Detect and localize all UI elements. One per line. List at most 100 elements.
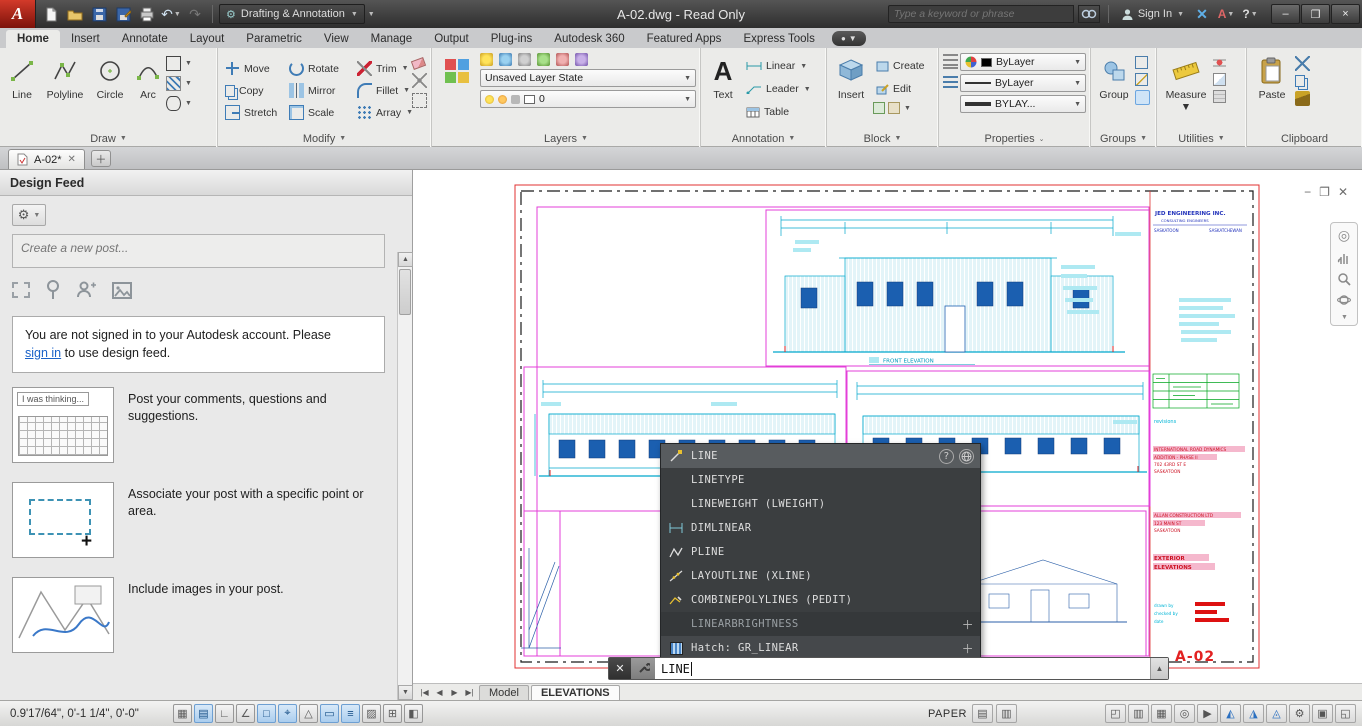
command-search-internet-icon[interactable]: [959, 449, 974, 464]
suggestion-pline[interactable]: PLINE: [661, 540, 980, 564]
open-button[interactable]: [64, 3, 86, 25]
navigation-bar[interactable]: ◎ ▼: [1330, 222, 1358, 326]
quick-view-button[interactable]: ▥: [996, 704, 1017, 723]
panel-label-groups[interactable]: Groups▼: [1091, 130, 1156, 147]
ribbon-tab-layout[interactable]: Layout: [179, 30, 236, 48]
ribbon-tab-express-tools[interactable]: Express Tools: [732, 30, 825, 48]
undo-button[interactable]: ↶▼: [160, 3, 182, 25]
ribbon-tab-parametric[interactable]: Parametric: [235, 30, 313, 48]
table-button[interactable]: Table: [743, 102, 814, 122]
suggestion-linetype[interactable]: LINETYPE: [661, 468, 980, 492]
rotate-button[interactable]: Rotate: [286, 59, 352, 79]
showmotion-button[interactable]: ▶: [1197, 704, 1218, 723]
redo-button[interactable]: ↷: [184, 3, 206, 25]
circle-button[interactable]: Circle: [90, 51, 130, 130]
create-block-button[interactable]: Create: [873, 56, 928, 76]
panel-label-utilities[interactable]: Utilities▼: [1157, 130, 1246, 147]
edit-block-button[interactable]: Edit: [873, 79, 928, 99]
scroll-up-button[interactable]: ▲: [398, 252, 413, 267]
polyline-button[interactable]: Polyline: [42, 51, 88, 130]
set-base-point-button[interactable]: [888, 102, 900, 114]
model-tab[interactable]: Model: [479, 685, 529, 700]
suggestion-combinepolylines[interactable]: COMBINEPOLYLINES (PEDIT): [661, 588, 980, 612]
drawing-minimize-button[interactable]: −: [1304, 186, 1311, 198]
properties-list-button[interactable]: [943, 73, 958, 88]
annotation-scale-button[interactable]: ◭: [1220, 704, 1241, 723]
ribbon-tab-view[interactable]: View: [313, 30, 360, 48]
ribbon-tab-autodesk360[interactable]: Autodesk 360: [543, 30, 635, 48]
quick-view-drawings-button[interactable]: ▦: [1151, 704, 1172, 723]
cut-button[interactable]: [1295, 56, 1310, 71]
panel-label-layers[interactable]: Layers▼: [432, 130, 700, 147]
erase-button[interactable]: [411, 57, 426, 70]
search-button[interactable]: [1078, 5, 1100, 23]
suggestion-linearbrightness[interactable]: LINEARBRIGHTNESS ＋: [661, 612, 980, 636]
viewport-maximize-button[interactable]: ◰: [1105, 704, 1126, 723]
last-layout-button[interactable]: ▶|: [462, 688, 477, 697]
suggestion-lineweight[interactable]: LINEWEIGHT (LWEIGHT): [661, 492, 980, 516]
layer-combo[interactable]: 0 ▼: [480, 90, 696, 108]
move-button[interactable]: Move: [222, 59, 284, 79]
sign-in-button[interactable]: Sign In ▼: [1117, 8, 1188, 21]
stretch-button[interactable]: Stretch: [222, 103, 284, 123]
ellipse-tool-button[interactable]: [166, 96, 181, 111]
lineweight-display-toggle[interactable]: ≡: [341, 704, 360, 723]
copy-clip-button[interactable]: [1295, 75, 1305, 87]
arc-button[interactable]: Arc: [132, 51, 164, 130]
sign-in-link[interactable]: sign in: [25, 346, 61, 360]
block-dropdown-arrow[interactable]: ▼: [904, 105, 911, 112]
measure-button[interactable]: Measure ▼: [1161, 51, 1211, 130]
group-button[interactable]: Group: [1095, 51, 1133, 130]
ribbon-tab-output[interactable]: Output: [423, 30, 480, 48]
trim-button[interactable]: Trim▼: [354, 59, 410, 79]
panel-label-block[interactable]: Block▼: [827, 130, 938, 147]
steering-wheel-button[interactable]: ◎: [1174, 704, 1195, 723]
help-button[interactable]: ?▼: [1240, 4, 1260, 24]
hatch-tool-button[interactable]: [166, 76, 181, 91]
leader-button[interactable]: Leader▼: [743, 79, 814, 99]
search-box[interactable]: [888, 5, 1074, 23]
undo-dropdown-arrow[interactable]: ▼: [174, 11, 181, 18]
ribbon-display-toggle[interactable]: ●▼: [832, 31, 866, 46]
object-snap-tracking-toggle[interactable]: ⌖: [278, 704, 297, 723]
suggestion-line[interactable]: LINE ?: [661, 444, 980, 468]
search-input[interactable]: [894, 8, 1068, 20]
polar-tracking-toggle[interactable]: ∠: [236, 704, 255, 723]
layer-match-button[interactable]: [575, 53, 588, 66]
expand-category-icon[interactable]: ＋: [962, 616, 974, 633]
group-selection-toggle[interactable]: [1135, 90, 1150, 105]
group-edit-button[interactable]: [1135, 73, 1148, 86]
command-help-icon[interactable]: ?: [939, 449, 954, 464]
ribbon-tab-featured-apps[interactable]: Featured Apps: [636, 30, 733, 48]
drawing-restore-button[interactable]: ❐: [1319, 186, 1330, 198]
ortho-mode-toggle[interactable]: ∟: [215, 704, 234, 723]
panel-label-clipboard[interactable]: Clipboard: [1247, 130, 1362, 147]
layer-on-button[interactable]: [480, 53, 493, 66]
pin-icon[interactable]: [46, 280, 60, 300]
minimize-button[interactable]: –: [1271, 4, 1300, 24]
panel-dialog-launcher[interactable]: ⌄: [1039, 135, 1045, 143]
rectangle-tool-button[interactable]: [166, 56, 181, 71]
tag-person-icon[interactable]: [76, 281, 96, 299]
object-snap-toggle[interactable]: □: [257, 704, 276, 723]
toolbar-lock-button[interactable]: ▣: [1312, 704, 1333, 723]
next-layout-button[interactable]: ▶: [447, 688, 462, 697]
select-area-icon[interactable]: [12, 282, 30, 298]
dimension-linear-button[interactable]: Linear▼: [743, 56, 814, 76]
snap-mode-toggle[interactable]: ▦: [173, 704, 192, 723]
qat-customize-arrow[interactable]: ▼: [368, 11, 375, 18]
paste-button[interactable]: Paste: [1251, 51, 1293, 130]
copy-button[interactable]: Copy: [222, 81, 284, 101]
design-feed-title[interactable]: Design Feed: [0, 170, 412, 196]
panel-label-annotation[interactable]: Annotation▼: [701, 130, 826, 147]
ribbon-tab-plugins[interactable]: Plug-ins: [480, 30, 544, 48]
elevations-layout-tab[interactable]: ELEVATIONS: [531, 685, 620, 700]
expand-category-icon[interactable]: ＋: [962, 640, 974, 657]
command-customize-button[interactable]: [631, 658, 655, 679]
layer-freeze-button[interactable]: [499, 53, 512, 66]
attach-image-icon[interactable]: [112, 282, 132, 299]
ribbon-tab-manage[interactable]: Manage: [360, 30, 424, 48]
block-attributes-button[interactable]: [873, 102, 885, 114]
layer-isolate-button[interactable]: [537, 53, 550, 66]
lineweight-combo[interactable]: BYLAY...▼: [960, 95, 1086, 113]
